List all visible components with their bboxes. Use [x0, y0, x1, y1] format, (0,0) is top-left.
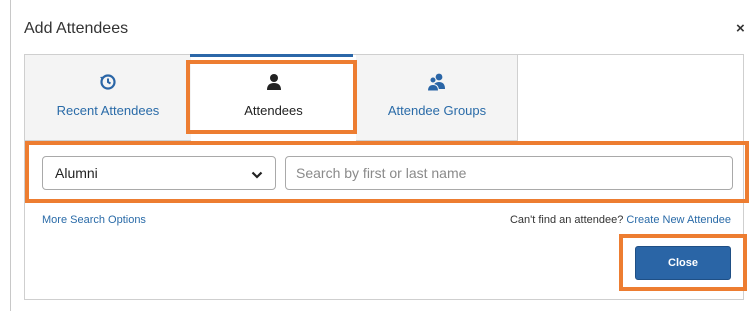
- close-icon[interactable]: ×: [736, 20, 747, 37]
- tab-label: Attendee Groups: [387, 103, 487, 118]
- close-button[interactable]: Close: [635, 246, 731, 280]
- cant-find-message: Can't find an attendee? Create New Atten…: [510, 214, 731, 226]
- people-group-icon: [356, 73, 518, 92]
- person-icon: [191, 73, 356, 91]
- tab-attendee-groups[interactable]: Attendee Groups: [356, 55, 518, 140]
- tab-strip: Recent Attendees Attendees Attendee Grou…: [25, 55, 518, 141]
- tab-recent-attendees[interactable]: Recent Attendees: [25, 55, 191, 140]
- create-new-attendee-link[interactable]: Create New Attendee: [626, 214, 731, 226]
- history-icon: [25, 73, 191, 91]
- tab-label: Attendees: [244, 103, 303, 118]
- cant-find-text: Can't find an attendee?: [509, 214, 624, 226]
- tab-attendees[interactable]: Attendees: [191, 55, 356, 141]
- chevron-down-icon: [251, 167, 263, 183]
- active-tab-indicator: [190, 54, 353, 57]
- more-search-options-link[interactable]: More Search Options: [42, 214, 146, 226]
- attendee-type-select[interactable]: Alumni: [42, 156, 276, 190]
- tab-label: Recent Attendees: [56, 103, 160, 118]
- name-search-input[interactable]: [285, 156, 733, 190]
- select-value: Alumni: [55, 165, 98, 181]
- dialog-title: Add Attendees: [24, 20, 129, 37]
